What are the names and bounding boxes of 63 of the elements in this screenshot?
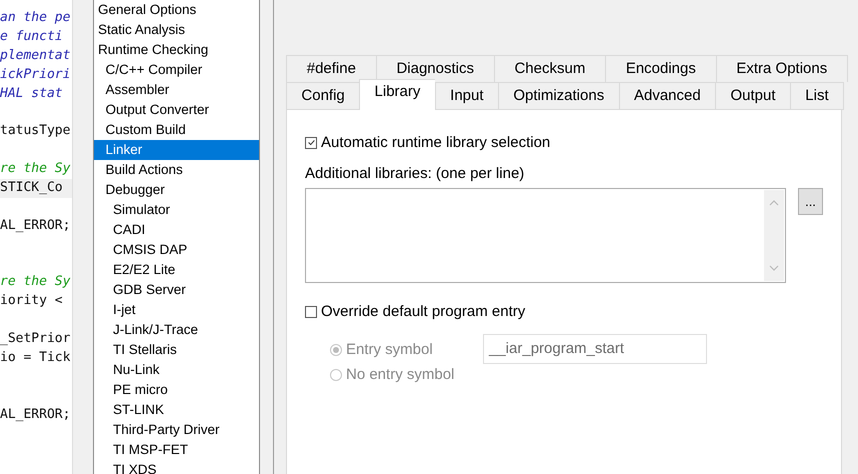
category-item[interactable]: General Options [94,0,259,20]
browse-button[interactable]: ... [798,188,823,215]
category-item[interactable]: GDB Server [94,280,259,300]
tab[interactable]: Diagnostics [376,55,494,82]
tab[interactable]: Extra Options [716,55,848,82]
field-label: Additional libraries: (one per line) [305,165,526,182]
tab[interactable]: Optimizations [498,82,619,110]
tab[interactable]: List [790,82,844,110]
category-item[interactable]: TI XDS [94,460,259,474]
code-line: AL_ERROR; [0,406,70,424]
category-item[interactable]: Custom Build [94,120,259,140]
checkbox-label: Override default program entry [321,303,526,320]
category-item[interactable]: Linker [94,140,259,160]
category-item[interactable]: TI MSP-FET [94,440,259,460]
category-item[interactable]: ST-LINK [94,400,259,420]
category-item[interactable]: Output Converter [94,100,259,120]
tab[interactable]: #define [286,55,376,82]
category-item[interactable]: C/C++ Compiler [94,60,259,80]
category-item[interactable]: Build Actions [94,160,259,180]
code-line: an the pe [0,9,70,27]
scroll-down-icon[interactable] [769,265,779,271]
tab[interactable]: Config [286,82,360,110]
category-item[interactable]: Nu-Link [94,360,259,380]
checkbox[interactable] [305,136,317,148]
tab[interactable]: Output [715,82,790,110]
tab[interactable]: Checksum [494,55,606,82]
tab[interactable]: Library [359,79,435,110]
code-line: STICK_Co [0,179,63,198]
libraries-text-area[interactable] [305,188,786,283]
code-line: re the Sy [0,273,70,292]
category-item[interactable]: TI Stellaris [94,340,259,360]
radio-label: No entry symbol [346,366,454,383]
code-line: tatusType [0,122,70,140]
category-item[interactable]: CMSIS DAP [94,240,259,260]
code-line: iority < [0,292,63,310]
scroll-up-icon[interactable] [769,200,779,206]
category-item[interactable]: I-jet [94,300,259,320]
category-item[interactable]: Debugger [94,180,259,200]
code-line: re the Sy [0,160,70,178]
code-line: io = Tick [0,349,70,368]
category-item[interactable]: Assembler [94,80,259,100]
code-line: HAL stat [0,84,63,103]
category-item[interactable]: E2/E2 Lite [94,260,259,280]
code-line: _SetPrior [0,330,70,348]
tab[interactable]: Advanced [618,82,716,110]
code-line: plementat [0,46,70,65]
radio-label: Entry symbol [346,341,433,358]
checkbox[interactable] [305,306,317,318]
category-item[interactable]: Third-Party Driver [94,420,259,440]
scrollbar[interactable] [764,190,784,281]
category-item[interactable]: Simulator [94,200,259,220]
category-item[interactable]: J-Link/J-Trace [94,320,259,340]
category-item[interactable]: Static Analysis [94,20,259,40]
category-item[interactable]: PE micro [94,380,259,400]
category-item[interactable]: CADI [94,220,259,240]
code-line: e functi [0,28,63,46]
code-line: ickPriori [0,66,70,84]
checkbox-label: Automatic runtime library selection [321,134,550,151]
category-item[interactable]: Runtime Checking [94,40,259,60]
code-line: AL_ERROR; [0,216,70,235]
check-icon [306,138,316,147]
tab[interactable]: Encodings [605,55,716,82]
tab[interactable]: Input [434,82,498,110]
